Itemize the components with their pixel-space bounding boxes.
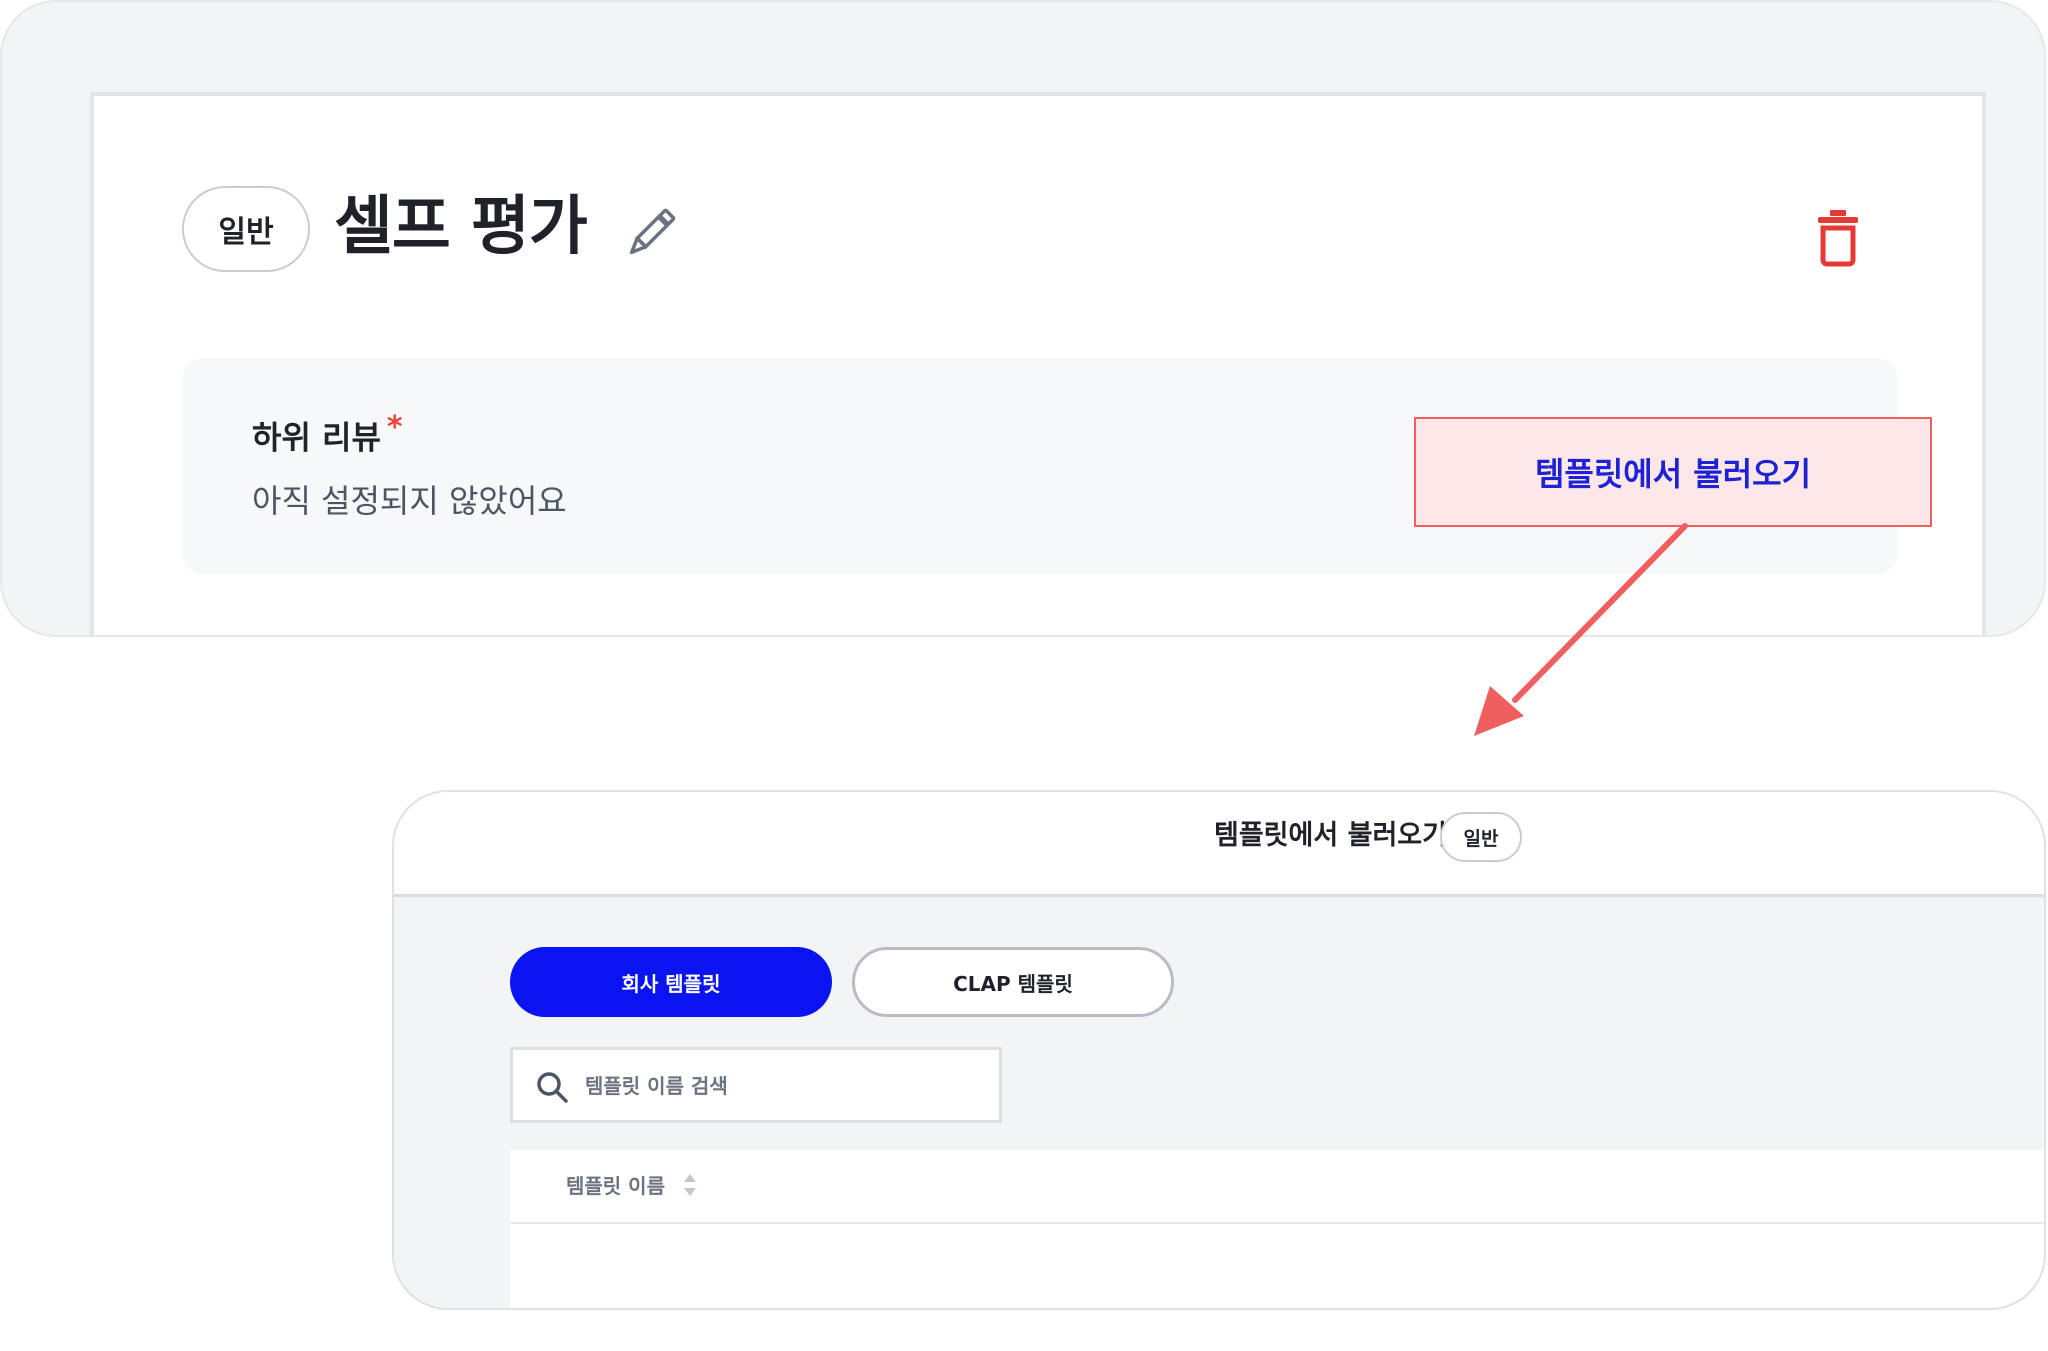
search-input[interactable] [583,1060,987,1112]
modal-header: 템플릿에서 불러오기 일반 [394,792,2044,897]
type-badge: 일반 [182,186,310,272]
required-marker: * [386,410,403,445]
template-table: 템플릿 이름 [510,1150,2044,1308]
page-title: 셀프 평가 [334,190,588,264]
pencil-icon [629,208,676,255]
delete-button[interactable] [1814,208,1862,268]
table-header: 템플릿 이름 [510,1150,2044,1224]
template-modal: 템플릿에서 불러오기 일반 회사 템플릿 CLAP 템플릿 템플릿 이름 [392,790,2046,1310]
tab-company-templates[interactable]: 회사 템플릿 [510,947,832,1017]
sub-review-label: 하위 리뷰 * [252,410,403,457]
search-box [510,1047,1002,1123]
modal-type-badge: 일반 [1440,812,1522,862]
edit-title-button[interactable] [620,204,680,264]
top-panel: 일반 셀프 평가 하위 리뷰 * 아직 설정되지 않았어요 템플릿에서 불러오기 [0,0,2046,637]
evaluation-card: 일반 셀프 평가 하위 리뷰 * 아직 설정되지 않았어요 [90,92,1986,635]
column-header-template-name[interactable]: 템플릿 이름 [566,1170,697,1199]
sub-review-value: 아직 설정되지 않았어요 [252,482,567,520]
load-from-template-button[interactable]: 템플릿에서 불러오기 [1414,417,1932,527]
search-icon [537,1072,568,1103]
tab-clap-templates[interactable]: CLAP 템플릿 [852,947,1174,1017]
trash-icon [1818,210,1858,267]
modal-title: 템플릿에서 불러오기 [1214,820,1447,851]
sort-icon [683,1173,696,1196]
